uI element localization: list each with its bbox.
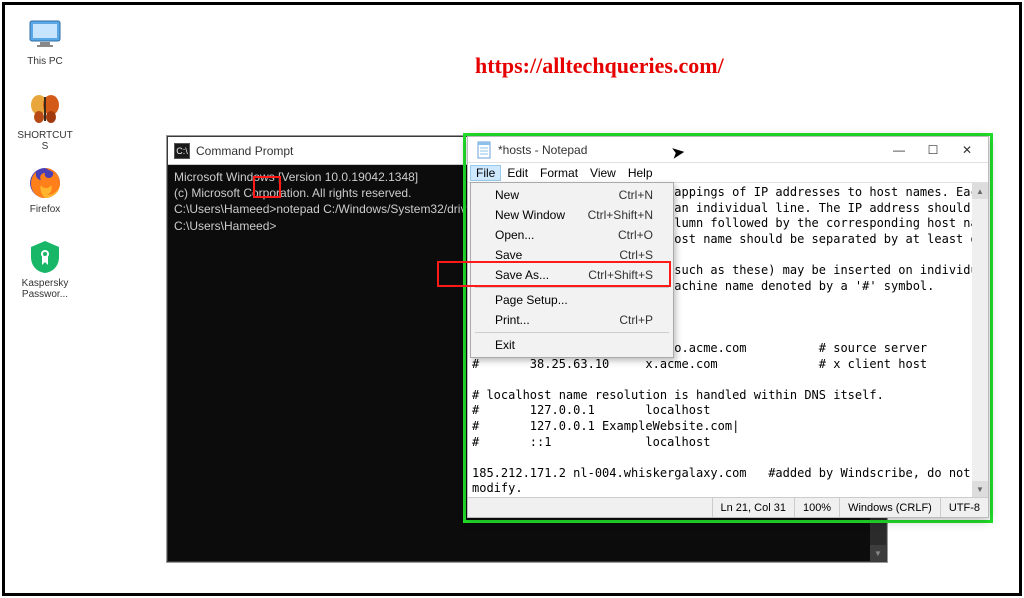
- menu-separator: [475, 287, 669, 288]
- menu-item-label: Print...: [495, 313, 530, 327]
- notepad-title: *hosts - Notepad: [498, 143, 882, 157]
- menu-item-label: Save: [495, 248, 522, 262]
- menu-item-shortcut: Ctrl+Shift+S: [588, 268, 653, 282]
- desktop-icon-this-pc[interactable]: This PC: [15, 17, 75, 67]
- highlight-box-username: [253, 176, 281, 198]
- kaspersky-icon: [27, 239, 63, 275]
- desktop-icon-kaspersky[interactable]: Kaspersky Passwor...: [15, 239, 75, 300]
- menu-item-save-as[interactable]: Save As... Ctrl+Shift+S: [473, 265, 671, 285]
- file-dropdown[interactable]: New Ctrl+N New Window Ctrl+Shift+N Open.…: [470, 182, 674, 358]
- menu-item-shortcut: Ctrl+N: [619, 188, 653, 202]
- screenshot-frame: This PC SHORTCUTS Firefox Kaspersky Pass…: [2, 2, 1022, 596]
- menu-item-label: Open...: [495, 228, 534, 242]
- menu-item-shortcut: Ctrl+S: [619, 248, 653, 262]
- menu-item-print[interactable]: Print... Ctrl+P: [473, 310, 671, 330]
- notepad-icon: [476, 141, 494, 159]
- desktop-icon-label: This PC: [15, 56, 75, 67]
- url-banner: https://alltechqueries.com/: [475, 53, 724, 79]
- status-spacer: [468, 498, 712, 517]
- menu-item-save[interactable]: Save Ctrl+S: [473, 245, 671, 265]
- status-encoding: UTF-8: [940, 498, 988, 517]
- menu-item-new-window[interactable]: New Window Ctrl+Shift+N: [473, 205, 671, 225]
- close-button[interactable]: ✕: [950, 139, 984, 161]
- status-zoom: 100%: [794, 498, 839, 517]
- desktop-icon-label: Kaspersky Passwor...: [15, 278, 75, 300]
- status-position: Ln 21, Col 31: [712, 498, 794, 517]
- menu-item-exit[interactable]: Exit: [473, 335, 671, 355]
- notepad-statusbar: Ln 21, Col 31 100% Windows (CRLF) UTF-8: [468, 497, 988, 517]
- butterfly-icon: [27, 91, 63, 127]
- maximize-button[interactable]: ☐: [916, 139, 950, 161]
- scroll-down-button[interactable]: ▼: [870, 545, 886, 561]
- menu-edit[interactable]: Edit: [501, 165, 534, 181]
- desktop-icon-firefox[interactable]: Firefox: [15, 165, 75, 215]
- menu-item-shortcut: Ctrl+O: [618, 228, 653, 242]
- menu-format[interactable]: Format: [534, 165, 584, 181]
- menu-item-label: Exit: [495, 338, 515, 352]
- desktop-icon-label: SHORTCUTS: [15, 130, 75, 152]
- status-eol: Windows (CRLF): [839, 498, 940, 517]
- menu-item-label: New: [495, 188, 519, 202]
- menu-item-new[interactable]: New Ctrl+N: [473, 185, 671, 205]
- desktop-icon-shortcuts[interactable]: SHORTCUTS: [15, 91, 75, 152]
- menu-item-label: Save As...: [495, 268, 549, 282]
- menu-item-label: Page Setup...: [495, 293, 568, 307]
- notepad-menubar[interactable]: File Edit Format View Help: [468, 163, 988, 183]
- menu-item-page-setup[interactable]: Page Setup...: [473, 290, 671, 310]
- menu-item-shortcut: Ctrl+P: [619, 313, 653, 327]
- cmd-title: Command Prompt: [196, 144, 293, 158]
- scroll-down-button[interactable]: ▼: [972, 481, 988, 497]
- notepad-titlebar[interactable]: *hosts - Notepad — ☐ ✕: [468, 137, 988, 163]
- notepad-window[interactable]: *hosts - Notepad — ☐ ✕ File Edit Format …: [467, 136, 989, 518]
- firefox-icon: [27, 165, 63, 201]
- menu-item-open[interactable]: Open... Ctrl+O: [473, 225, 671, 245]
- menu-view[interactable]: View: [584, 165, 622, 181]
- notepad-scrollbar[interactable]: ▲ ▼: [972, 183, 988, 497]
- menu-separator: [475, 332, 669, 333]
- desktop-icon-label: Firefox: [15, 204, 75, 215]
- scroll-up-button[interactable]: ▲: [972, 183, 988, 199]
- menu-help[interactable]: Help: [622, 165, 659, 181]
- cmd-icon: C:\: [174, 143, 190, 159]
- monitor-icon: [27, 17, 63, 53]
- minimize-button[interactable]: —: [882, 139, 916, 161]
- menu-file[interactable]: File: [470, 165, 501, 181]
- menu-item-label: New Window: [495, 208, 565, 222]
- menu-item-shortcut: Ctrl+Shift+N: [588, 208, 653, 222]
